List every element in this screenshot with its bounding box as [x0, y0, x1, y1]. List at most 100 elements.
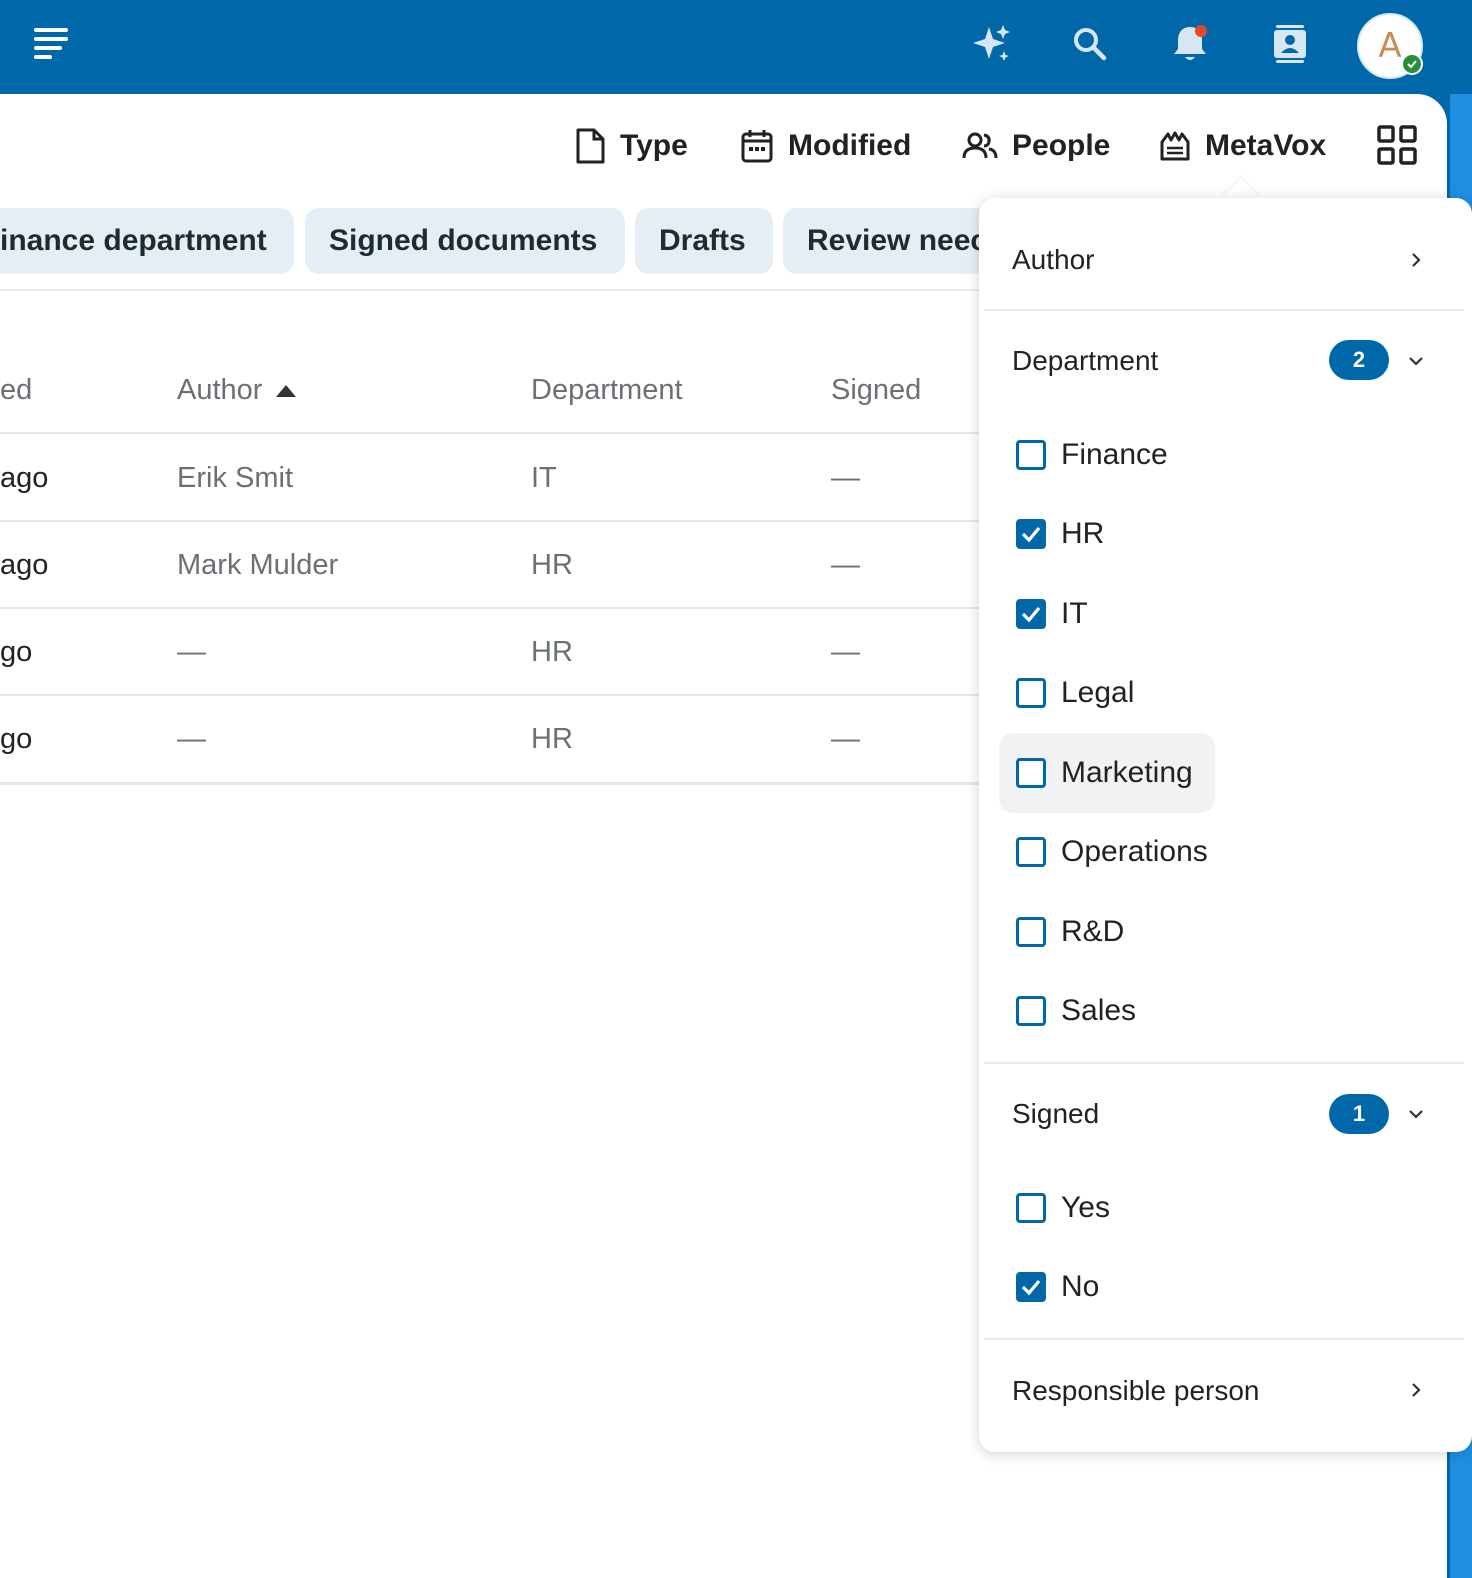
chevron-right-icon[interactable] [1407, 1381, 1425, 1399]
chevron-right-icon[interactable] [1407, 251, 1425, 269]
chip-finance-department[interactable]: inance department [0, 208, 294, 274]
department-option-marketing[interactable]: Marketing [1016, 753, 1193, 793]
people-filter-label: People [1012, 129, 1111, 162]
chip-label: Signed documents [329, 224, 598, 257]
cell-department: IT [531, 462, 557, 494]
checkbox[interactable] [1016, 996, 1046, 1026]
cell-modified: go [0, 723, 33, 755]
people-filter-button[interactable]: People [962, 124, 1110, 168]
modified-filter-label: Modified [788, 129, 912, 162]
chevron-down-icon[interactable] [1407, 1105, 1425, 1123]
option-label: Sales [1061, 994, 1137, 1027]
checkbox-checked[interactable] [1016, 1272, 1046, 1302]
signed-section-toggle[interactable]: Signed [1012, 1098, 1099, 1130]
top-header: A [0, 0, 1472, 94]
cell-signed: — [831, 549, 860, 581]
row-divider [0, 520, 990, 522]
column-author[interactable]: Author [177, 374, 297, 407]
author-section-toggle[interactable]: Author [1012, 244, 1095, 276]
contacts-icon[interactable] [1268, 22, 1312, 66]
online-status-icon [1401, 53, 1423, 75]
checkbox[interactable] [1016, 917, 1046, 947]
option-label: HR [1061, 517, 1105, 550]
department-option-sales[interactable]: Sales [1016, 991, 1136, 1031]
checkbox[interactable] [1016, 1193, 1046, 1223]
row-divider [0, 694, 990, 696]
checkmark-icon [1021, 526, 1041, 543]
chip-drafts[interactable]: Drafts [635, 208, 773, 274]
chevron-down-icon[interactable] [1407, 352, 1425, 370]
checkbox-checked[interactable] [1016, 599, 1046, 629]
chip-review-needed[interactable]: Review neec [783, 208, 993, 274]
column-author-label: Author [177, 374, 263, 406]
metavox-icon [1160, 131, 1190, 161]
cell-department: HR [531, 723, 573, 755]
checkbox[interactable] [1016, 440, 1046, 470]
checkbox[interactable] [1016, 758, 1046, 788]
column-department[interactable]: Department [531, 374, 683, 407]
sparkle-icon[interactable] [970, 22, 1014, 66]
divider [984, 1338, 1464, 1340]
cell-department: HR [531, 549, 573, 581]
cell-author: Erik Smit [177, 462, 293, 494]
option-label: No [1061, 1270, 1100, 1303]
type-filter-button[interactable]: Type [574, 124, 688, 168]
department-option-legal[interactable]: Legal [1016, 673, 1134, 713]
chip-label: Review neec [807, 224, 988, 257]
checkbox[interactable] [1016, 837, 1046, 867]
checkmark-icon [1021, 606, 1041, 623]
cell-modified: go [0, 636, 33, 668]
search-icon[interactable] [1068, 22, 1112, 66]
option-label: Yes [1061, 1191, 1110, 1224]
option-label: Finance [1061, 438, 1168, 471]
metavox-filter-label: MetaVox [1205, 129, 1327, 162]
row-divider [0, 782, 990, 785]
metavox-filter-dropdown [979, 198, 1472, 1452]
avatar-letter: A [1378, 26, 1402, 66]
signed-option-no[interactable]: No [1016, 1267, 1099, 1307]
column-modified[interactable]: ed [0, 374, 32, 407]
signed-option-yes[interactable]: Yes [1016, 1188, 1110, 1228]
grid-view-icon[interactable] [1376, 124, 1418, 166]
option-label: R&D [1061, 915, 1125, 948]
checkbox[interactable] [1016, 678, 1046, 708]
cell-department: HR [531, 636, 573, 668]
column-signed[interactable]: Signed [831, 374, 921, 407]
chip-signed-documents[interactable]: Signed documents [305, 208, 625, 274]
cell-author: — [177, 723, 206, 755]
cell-modified: ago [0, 462, 49, 494]
department-option-it[interactable]: IT [1016, 594, 1088, 634]
cell-signed: — [831, 723, 860, 755]
divider [0, 289, 990, 291]
people-icon [962, 132, 998, 159]
divider [984, 1062, 1464, 1064]
row-divider [0, 607, 990, 609]
option-label: Marketing [1061, 756, 1193, 789]
option-label: IT [1061, 597, 1088, 630]
row-divider [0, 432, 990, 434]
modified-filter-button[interactable]: Modified [740, 124, 911, 168]
checkmark-icon [1021, 1279, 1041, 1296]
cell-author: — [177, 636, 206, 668]
department-section-toggle[interactable]: Department [1012, 345, 1158, 377]
calendar-icon [741, 130, 773, 163]
responsible-person-section-toggle[interactable]: Responsible person [1012, 1375, 1260, 1407]
sort-ascending-icon [276, 384, 297, 397]
bell-icon[interactable] [1168, 22, 1212, 66]
menu-icon[interactable] [30, 24, 74, 64]
option-label: Legal [1061, 676, 1135, 709]
chip-label: inance department [0, 224, 267, 257]
cell-signed: — [831, 462, 860, 494]
chip-label: Drafts [659, 224, 746, 257]
department-option-hr[interactable]: HR [1016, 514, 1104, 554]
department-option-finance[interactable]: Finance [1016, 435, 1168, 475]
type-filter-label: Type [620, 129, 688, 162]
notification-dot [1195, 25, 1207, 37]
cell-signed: — [831, 636, 860, 668]
avatar[interactable]: A [1357, 13, 1423, 79]
checkbox-checked[interactable] [1016, 519, 1046, 549]
department-option-rnd[interactable]: R&D [1016, 912, 1124, 952]
department-option-operations[interactable]: Operations [1016, 832, 1208, 872]
divider [984, 309, 1464, 311]
metavox-filter-button[interactable]: MetaVox [1159, 124, 1326, 168]
